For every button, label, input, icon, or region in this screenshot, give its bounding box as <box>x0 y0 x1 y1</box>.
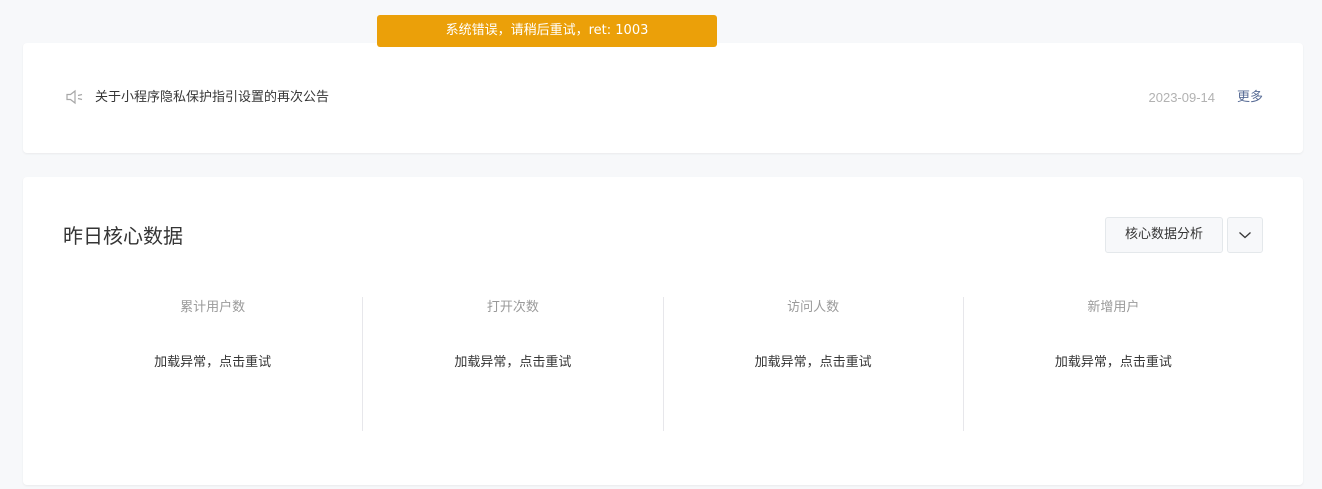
core-stats-row: 累计用户数 加载异常，点击重试 打开次数 加载异常，点击重试 访问人数 加载异常… <box>63 297 1263 431</box>
stat-label: 新增用户 <box>1087 300 1140 315</box>
notice-date: 2023-09-14 <box>1148 90 1216 105</box>
stat-retry-link[interactable]: 加载异常，点击重试 <box>63 354 362 372</box>
stat-retry-link[interactable]: 加载异常，点击重试 <box>664 354 963 372</box>
stat-open-count: 打开次数 加载异常，点击重试 <box>362 297 662 431</box>
notice-more-link[interactable]: 更多 <box>1237 89 1263 107</box>
error-toast: 系统错误，请稍后重试，ret: 1003 <box>377 15 717 47</box>
stat-label: 访问人数 <box>787 300 840 315</box>
stat-label: 累计用户数 <box>180 300 246 315</box>
chevron-down-icon <box>1239 232 1251 239</box>
stat-total-users: 累计用户数 加载异常，点击重试 <box>63 297 362 431</box>
stat-label: 打开次数 <box>486 300 539 315</box>
notice-title-link[interactable]: 关于小程序隐私保护指引设置的再次公告 <box>95 89 329 107</box>
core-data-title: 昨日核心数据 <box>63 224 183 248</box>
stat-retry-link[interactable]: 加载异常，点击重试 <box>964 354 1263 372</box>
core-data-analysis-button[interactable]: 核心数据分析 <box>1105 217 1223 253</box>
notice-card: 关于小程序隐私保护指引设置的再次公告 2023-09-14 更多 <box>23 43 1303 153</box>
stat-new-users: 新增用户 加载异常，点击重试 <box>962 297 1263 431</box>
stat-visitors: 访问人数 加载异常，点击重试 <box>662 297 963 431</box>
core-data-dropdown-button[interactable] <box>1227 217 1263 253</box>
speaker-icon <box>65 89 85 105</box>
stat-retry-link[interactable]: 加载异常，点击重试 <box>363 354 662 372</box>
core-data-card: 昨日核心数据 核心数据分析 累计用户数 加载异常，点击重试 打开次数 加载异常，… <box>23 177 1303 485</box>
